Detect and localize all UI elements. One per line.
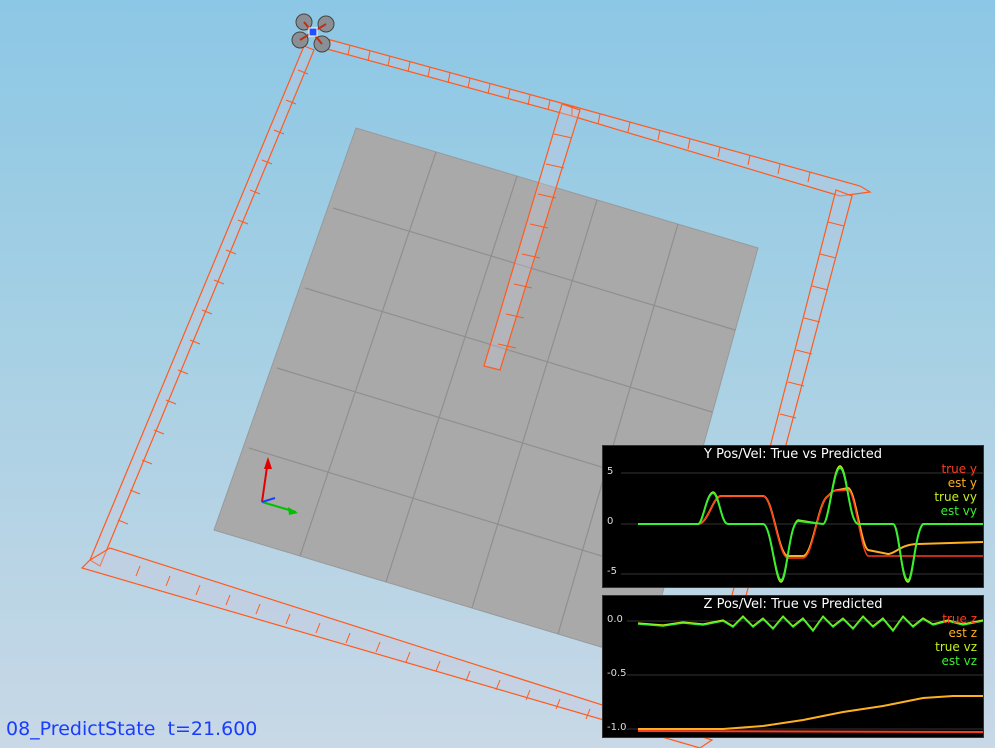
status-readout: 08_PredictState t=21.600	[6, 718, 257, 740]
scenario-name: 08_PredictState	[6, 718, 156, 740]
y-pos-vel-plot[interactable]: Y Pos/Vel: True vs Predicted 5 0 -5 true…	[602, 445, 984, 588]
legend-entry: est vz	[941, 654, 977, 668]
z-plot-curves	[627, 615, 983, 733]
y-plot-curves	[621, 465, 983, 583]
legend-entry: est vy	[940, 504, 977, 518]
plot-legend: true y est y true vy est vy	[934, 462, 977, 518]
legend-entry: true vz	[935, 640, 977, 654]
legend-entry: est y	[947, 476, 977, 490]
quadrotor-icon[interactable]	[291, 13, 335, 53]
z-pos-vel-plot[interactable]: Z Pos/Vel: True vs Predicted 0.0 -0.5 -1…	[602, 595, 984, 738]
legend-entry: true z	[942, 612, 977, 626]
legend-entry: true vy	[934, 490, 977, 504]
legend-entry: est z	[948, 626, 977, 640]
plot-legend: true z est z true vz est vz	[935, 612, 977, 668]
legend-entry: true y	[941, 462, 977, 476]
sim-time: t=21.600	[167, 718, 258, 740]
